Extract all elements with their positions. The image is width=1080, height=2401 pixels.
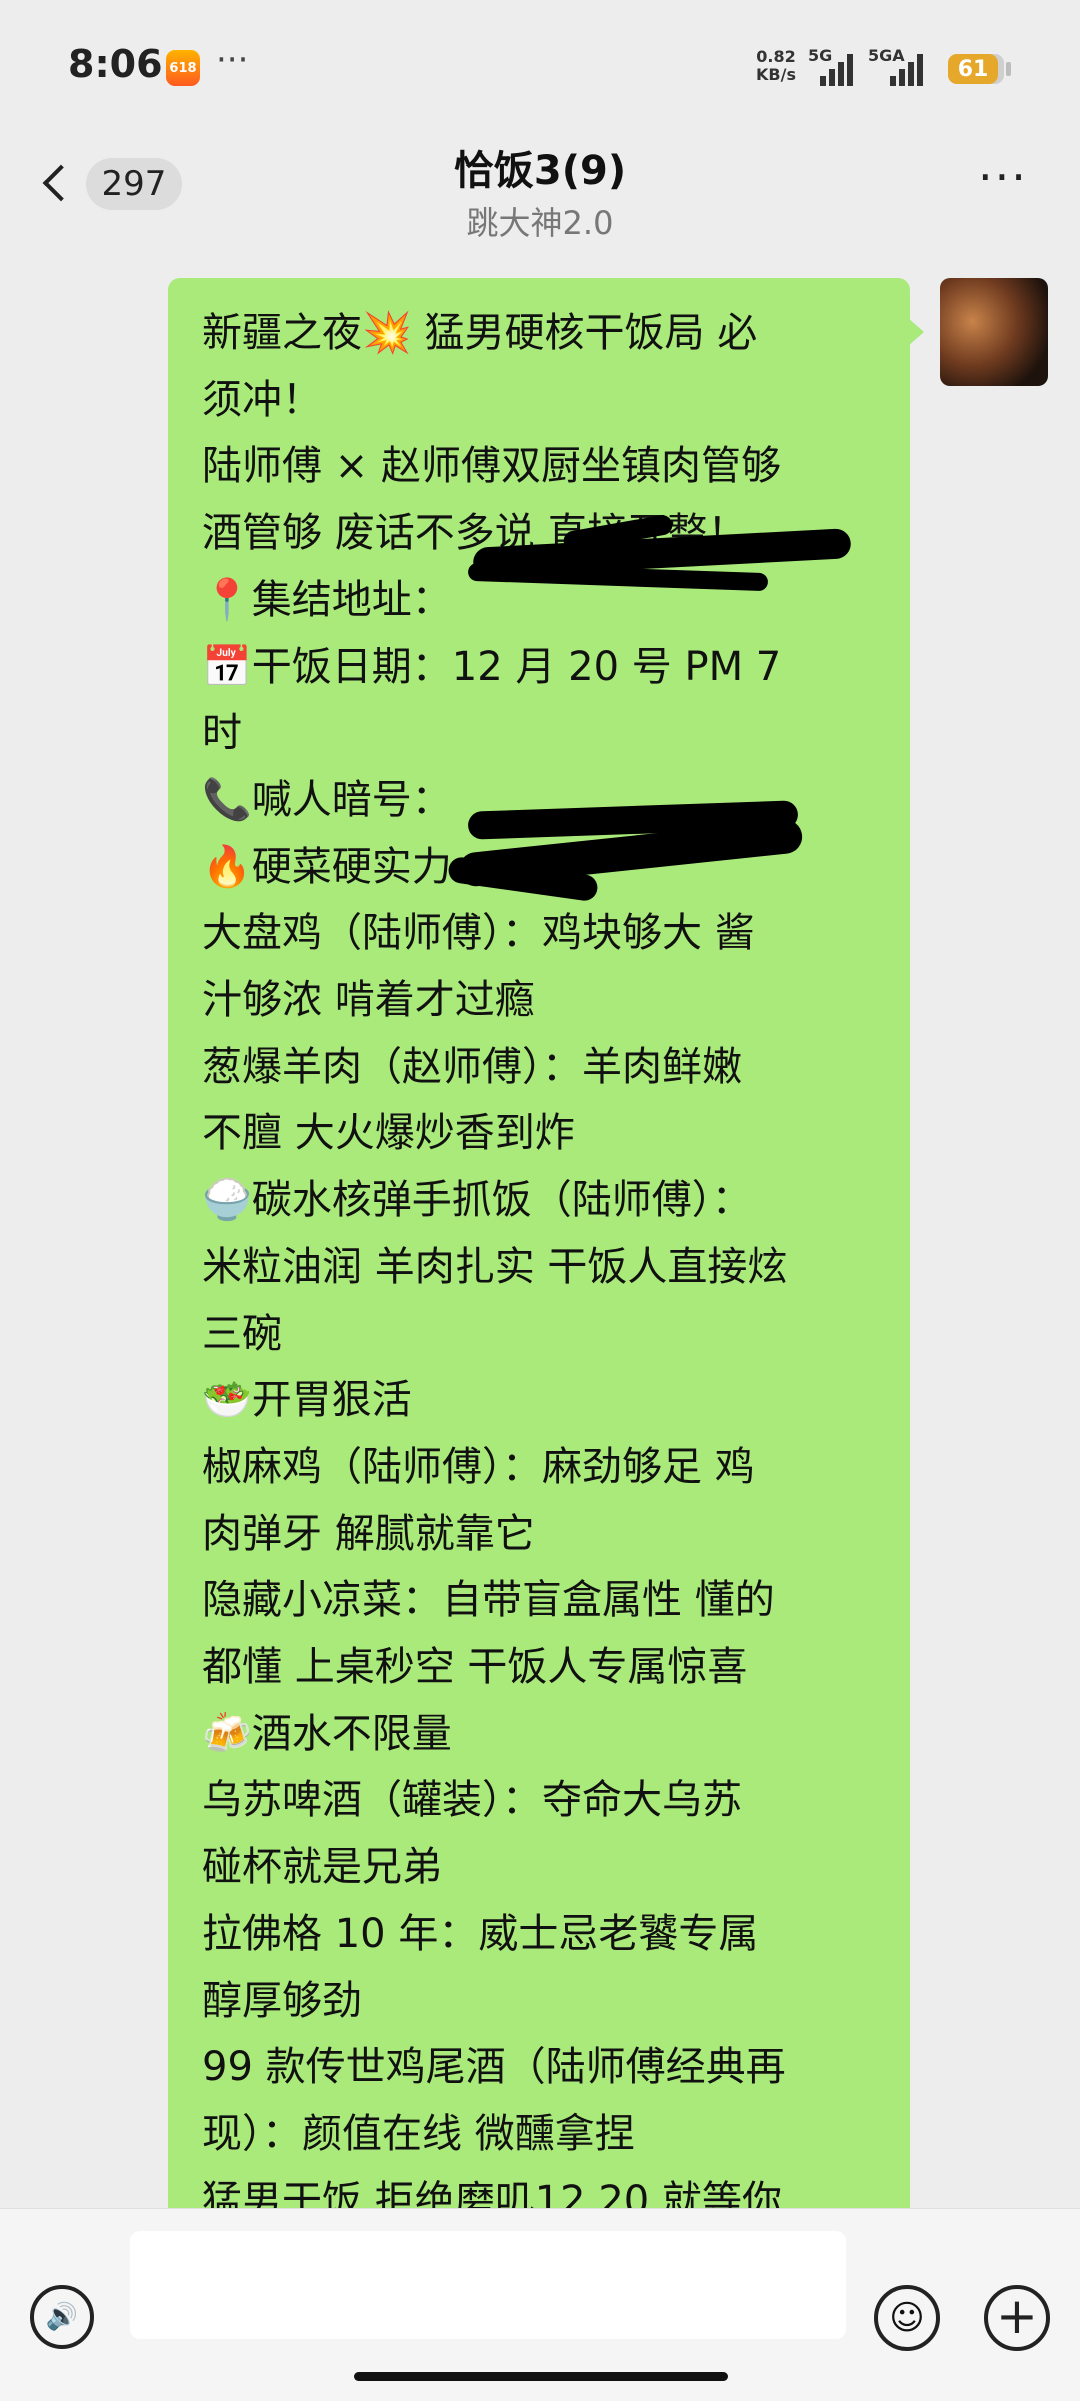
home-indicator[interactable]	[354, 2372, 728, 2381]
message-line: 陆师傅 × 赵师傅双厨坐镇肉管够	[202, 443, 781, 490]
message-line: 🥗开胃狠活	[202, 1377, 412, 1424]
message-line: 新疆之夜💥 猛男硬核干饭局 必	[202, 310, 758, 356]
message-line: 汁够浓 啃着才过瘾	[202, 977, 535, 1024]
message-line: 葱爆羊肉（赵师傅）：羊肉鲜嫩	[202, 1043, 742, 1090]
message-line: 99 款传世鸡尾酒（陆师傅经典再	[202, 2044, 786, 2091]
chat-subtitle: 跳大神2.0	[466, 204, 614, 242]
emoji-button[interactable]: ☺	[874, 2285, 940, 2351]
message-line: 碰杯就是兄弟	[202, 1844, 442, 1891]
status-time: 8:06	[68, 42, 163, 86]
signal-icon	[820, 52, 853, 86]
message-line: 都懂 上桌秒空 干饭人专属惊喜	[202, 1644, 748, 1691]
message-input[interactable]	[130, 2231, 846, 2339]
more-options-icon[interactable]: ···	[978, 150, 1028, 204]
message-line: 米粒油润 羊肉扎实 干饭人直接炫	[202, 1243, 788, 1290]
voice-input-button[interactable]: 🔊	[30, 2285, 94, 2349]
message-line: 拉佛格 10 年：威士忌老饕专属	[202, 1910, 759, 1957]
message-line: 猛男干饭 拒绝磨叽12.20 就等你	[202, 2177, 782, 2208]
message-line: 须冲！	[202, 376, 322, 423]
app-notification-icon: 618	[166, 50, 200, 86]
message-bubble[interactable]: 新疆之夜💥 猛男硬核干饭局 必 须冲！ 陆师傅 × 赵师傅双厨坐镇肉管够 酒管够…	[168, 278, 910, 2208]
chat-header: 297 恰饭3(9) 跳大神2.0 ···	[0, 130, 1080, 256]
message-line: 醇厚够劲	[202, 1977, 362, 2024]
message-line: 隐藏小凉菜：自带盲盒属性 懂的	[202, 1577, 775, 1624]
emoji-icon: ☺	[889, 2298, 925, 2338]
bubble-tail	[908, 318, 924, 346]
message-line: 🍻酒水不限量	[202, 1710, 452, 1757]
message-line: 🍚碳水核弹手抓饭（陆师傅）：	[202, 1177, 752, 1224]
message-line: 肉弹牙 解腻就靠它	[202, 1510, 535, 1557]
chat-messages[interactable]: 新疆之夜💥 猛男硬核干饭局 必 须冲！ 陆师傅 × 赵师傅双厨坐镇肉管够 酒管够…	[0, 256, 1080, 2208]
message-line: 乌苏啤酒（罐装）：夺命大乌苏	[202, 1777, 742, 1824]
plus-icon: +	[996, 2287, 1038, 2345]
more-actions-button[interactable]: +	[984, 2285, 1050, 2351]
network-speed: 0.82 KB/s	[756, 47, 796, 84]
voice-icon: 🔊	[45, 2302, 79, 2332]
battery-icon: 61	[948, 54, 998, 84]
avatar[interactable]	[940, 278, 1048, 386]
message-line: 不膻 大火爆炒香到炸	[202, 1110, 575, 1157]
message-line: 椒麻鸡（陆师傅）：麻劲够足 鸡	[202, 1443, 755, 1490]
chat-title: 恰饭3(9)	[453, 148, 627, 194]
message-line: 时	[202, 710, 242, 757]
signal-icon	[890, 52, 923, 86]
message-line: 现）：颜值在线 微醺拿捏	[202, 2110, 635, 2157]
message-line: 大盘鸡（陆师傅）：鸡块够大 酱	[202, 910, 755, 957]
battery-tip	[1006, 62, 1011, 76]
status-bar: 8:06 618 ··· 0.82 KB/s 5G 5GA 61	[0, 0, 1080, 130]
message-line: 三碗	[202, 1310, 282, 1357]
message-line: 📅干饭日期：12 月 20 号 PM 7	[202, 643, 782, 690]
more-notifications-icon: ···	[216, 40, 249, 80]
